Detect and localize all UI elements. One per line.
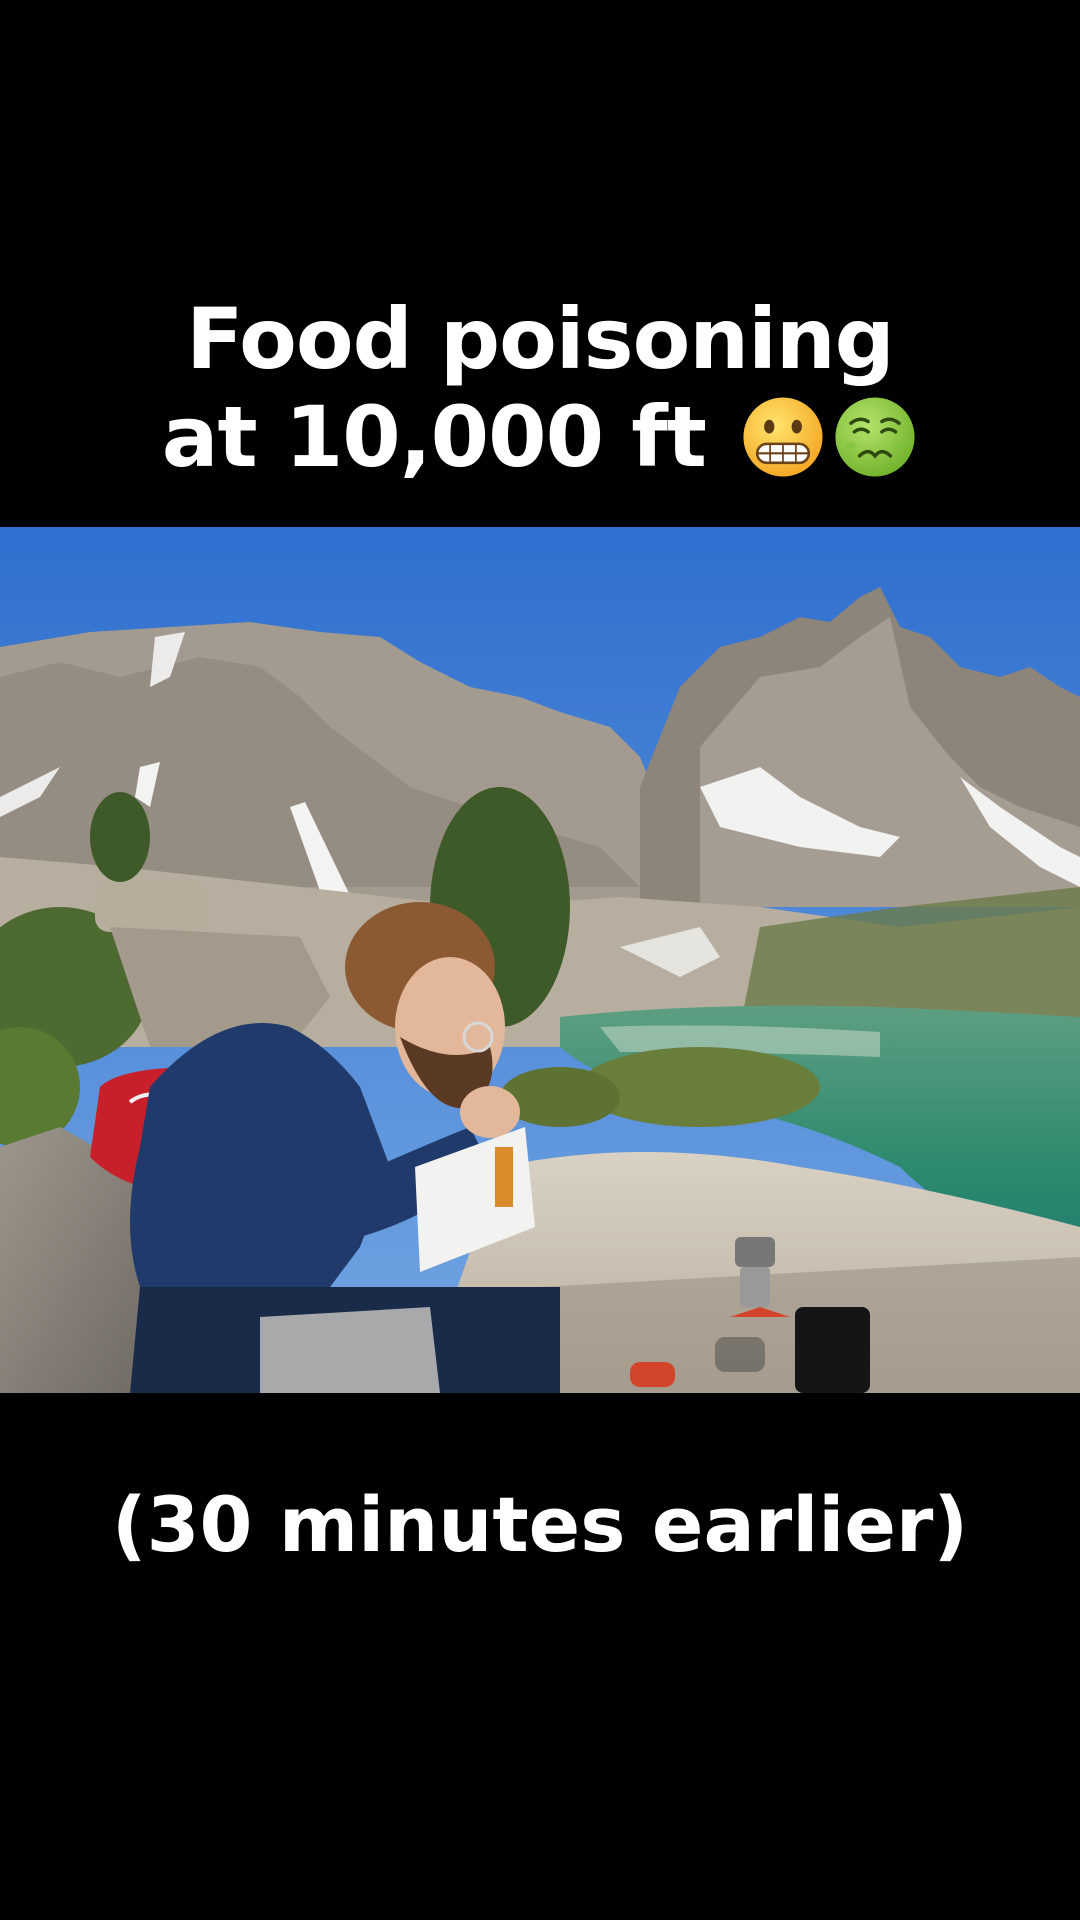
nauseated-face-icon (835, 397, 915, 477)
grimacing-face-icon (743, 397, 823, 477)
fuel-canister (740, 1267, 770, 1307)
mountain-lake-scene (0, 527, 1080, 1393)
headline-line-2: at 10,000 ft (0, 388, 1080, 486)
pouch-label (495, 1147, 513, 1207)
hiker-pants (260, 1307, 440, 1393)
hiker-hand (460, 1086, 520, 1138)
camp-stove (735, 1237, 775, 1267)
boulder (95, 882, 205, 932)
pot-lid (715, 1337, 765, 1372)
jetboil-cup (795, 1307, 870, 1393)
orange-item (630, 1362, 675, 1387)
headline-line-2-text: at 10,000 ft (161, 388, 707, 486)
video-frame-scene (0, 527, 1080, 1393)
subcaption: (30 minutes earlier) (111, 1480, 969, 1569)
pine-tree (90, 792, 150, 882)
headline-line-1: Food poisoning (186, 290, 895, 388)
headline-caption: Food poisoning at 10,000 ft (0, 290, 1080, 486)
